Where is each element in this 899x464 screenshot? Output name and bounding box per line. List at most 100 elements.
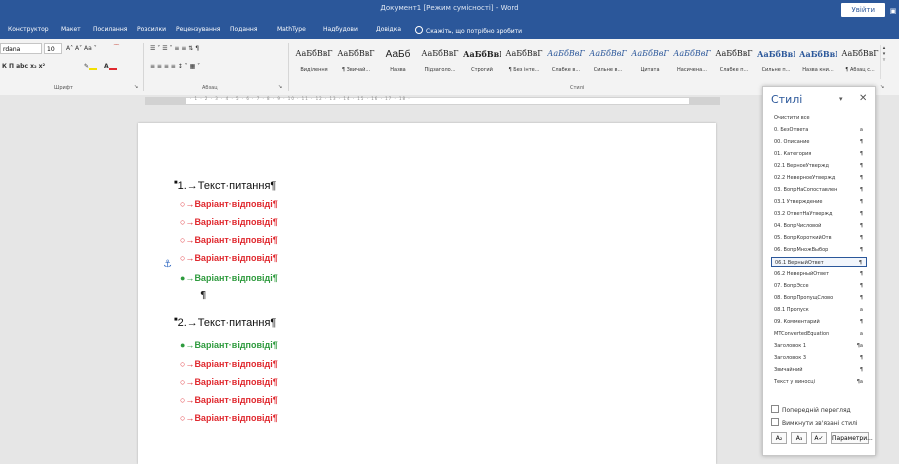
styles-dialog-launcher-icon[interactable]: ↘ bbox=[880, 84, 884, 90]
style-item[interactable]: 03. ВопрНаСопоставлен ¶ bbox=[771, 185, 867, 195]
answer-2-5[interactable]: ○→Варіант·відповіді¶ bbox=[180, 413, 278, 423]
sign-in-button[interactable]: Увійти bbox=[841, 3, 885, 17]
gallery-scroll[interactable]: ▴ ▾ ▿ bbox=[880, 45, 887, 79]
answer-1-4[interactable]: ○→Варіант·відповіді¶ bbox=[180, 253, 278, 263]
checkbox-preview[interactable] bbox=[771, 405, 779, 413]
answer-1-5[interactable]: ●→Варіант·відповіді¶ bbox=[180, 273, 278, 283]
gallery-more-icon[interactable]: ▿ bbox=[883, 57, 886, 63]
style-item[interactable]: 02.1 ВерноеУтвержд ¶ bbox=[771, 161, 867, 171]
paragraph-dialog-launcher-icon[interactable]: ↘ bbox=[278, 84, 282, 90]
style-gallery-item[interactable]: АаБбВвГ Виділення bbox=[295, 45, 333, 79]
font-dialog-launcher-icon[interactable]: ↘ bbox=[134, 84, 138, 90]
style-sample: АаБбВвГ bbox=[547, 49, 585, 58]
style-item[interactable]: 00. Описание ¶ bbox=[771, 137, 867, 147]
answer-2-2[interactable]: ○→Варіант·відповіді¶ bbox=[180, 359, 278, 369]
checkbox-disable-linked[interactable] bbox=[771, 418, 779, 426]
close-icon[interactable]: ✕ bbox=[859, 93, 867, 104]
style-item[interactable]: 07. ВопрЭссе ¶ bbox=[771, 281, 867, 291]
highlight-color-button[interactable]: ✎ bbox=[84, 63, 98, 70]
style-item[interactable]: 08. ВопрПропущСлово ¶ bbox=[771, 293, 867, 303]
parameters-button[interactable]: Параметри... bbox=[831, 432, 873, 444]
paragraph-buttons-row1[interactable]: ☰ ˅ ☰ ˅ ≡ ≡ ⇅ ¶ bbox=[150, 45, 199, 52]
group-label-font: Шрифт bbox=[54, 85, 73, 91]
style-item[interactable]: 06.2 НеверныйОтвет ¶ bbox=[771, 269, 867, 279]
tell-me-search[interactable]: Скажіть, що потрібно зробити bbox=[415, 26, 522, 35]
tab-view[interactable]: Подання bbox=[230, 26, 257, 33]
style-gallery-item[interactable]: АаБбВвГ ¶ Абзац с... bbox=[841, 45, 879, 79]
style-item[interactable]: 03.2 ОтветНаУтвержд ¶ bbox=[771, 209, 867, 219]
style-sample: АаБбВвГ bbox=[505, 49, 543, 58]
tell-me-label: Скажіть, що потрібно зробити bbox=[426, 28, 523, 35]
style-inspector-button[interactable]: A₃ bbox=[791, 432, 807, 444]
ribbon-separator bbox=[143, 43, 144, 91]
pane-options-dropdown-icon[interactable]: ▾ bbox=[839, 95, 843, 103]
tab-review[interactable]: Рецензування bbox=[176, 26, 220, 33]
answer-text: Варіант·відповіді¶ bbox=[194, 199, 278, 209]
style-gallery-item[interactable]: АаБбВвГ Сильне в... bbox=[589, 45, 627, 79]
answer-2-4[interactable]: ○→Варіант·відповіді¶ bbox=[180, 395, 278, 405]
style-gallery-item[interactable]: АаБбВвГ Насичена... bbox=[673, 45, 711, 79]
style-item-selected[interactable]: 06.1 ВерныйОтвет ¶ bbox=[771, 257, 867, 267]
style-item[interactable]: 01. Категория ¶ bbox=[771, 149, 867, 159]
ribbon-separator bbox=[288, 43, 289, 91]
answer-bullet: ○→ bbox=[180, 253, 195, 263]
style-item[interactable]: Очистити все bbox=[771, 113, 867, 123]
style-gallery-item[interactable]: АаБбВвГ ¶ Без інте... bbox=[505, 45, 543, 79]
question-2[interactable]: ■2.→Текст·питання¶ bbox=[174, 317, 276, 329]
style-item[interactable]: 03.1 Утверждение ¶ bbox=[771, 197, 867, 207]
style-item[interactable]: Заголовок 3 ¶ bbox=[771, 353, 867, 363]
style-item[interactable]: 0. БезОтвета a bbox=[771, 125, 867, 135]
option-disable-linked[interactable]: Вимкнути зв'язані стилі bbox=[771, 418, 858, 427]
format-buttons-row[interactable]: К П abc x₂ x² bbox=[2, 63, 45, 70]
style-item[interactable]: 09. Комментарий ¶ bbox=[771, 317, 867, 327]
question-1[interactable]: ■1.→Текст·питання¶ bbox=[174, 180, 276, 192]
clear-format-icon[interactable]: ⁀ bbox=[114, 45, 119, 52]
style-item[interactable]: 08.1 Пропуск a bbox=[771, 305, 867, 315]
font-color-button[interactable]: A bbox=[104, 63, 117, 70]
style-gallery-item[interactable]: АаБбВвГ Назва кни... bbox=[799, 45, 837, 79]
style-item[interactable]: Заголовок 1 ¶a bbox=[771, 341, 867, 351]
option-preview[interactable]: Попередній перегляд bbox=[771, 405, 851, 414]
new-style-button[interactable]: A₂ bbox=[771, 432, 787, 444]
style-gallery-item[interactable]: АаБбВвГ Підзаголо... bbox=[421, 45, 459, 79]
style-item[interactable]: MTConvertedEquation a bbox=[771, 329, 867, 339]
answer-1-3[interactable]: ○→Варіант·відповіді¶ bbox=[180, 235, 278, 245]
style-item[interactable]: Звичайний ¶ bbox=[771, 365, 867, 375]
style-item[interactable]: 06. ВопрМножВыбор ¶ bbox=[771, 245, 867, 255]
answer-1-2[interactable]: ○→Варіант·відповіді¶ bbox=[180, 217, 278, 227]
style-gallery-item[interactable]: АаБбВвГ Строгий bbox=[463, 45, 501, 79]
style-inspector-icon: A₃ bbox=[795, 435, 803, 442]
tab-help[interactable]: Довідка bbox=[376, 26, 401, 33]
anchor-icon[interactable]: ⚓ bbox=[163, 259, 172, 270]
style-item[interactable]: 02.2 НеверноеУтвержд ¶ bbox=[771, 173, 867, 183]
answer-2-1[interactable]: ●→Варіант·відповіді¶ bbox=[180, 340, 278, 350]
tab-mathtype[interactable]: MathType bbox=[277, 26, 306, 33]
tab-layout[interactable]: Макет bbox=[61, 26, 81, 33]
ribbon-display-icon[interactable]: ▣ bbox=[887, 0, 899, 22]
paragraph-buttons-row2[interactable]: ≡ ≡ ≡ ≡ ↕ ˅ ▦ ˅ bbox=[150, 63, 200, 70]
style-item[interactable]: 05. ВопрКороткийОтв ¶ bbox=[771, 233, 867, 243]
answer-1-1[interactable]: ○→Варіант·відповіді¶ bbox=[180, 199, 278, 209]
answer-2-3[interactable]: ○→Варіант·відповіді¶ bbox=[180, 377, 278, 387]
tab-mailings[interactable]: Розсилки bbox=[137, 26, 166, 33]
tab-references[interactable]: Посилання bbox=[93, 26, 127, 33]
font-size-grow-shrink-buttons[interactable]: A˄ A˅ Aa ˅ bbox=[66, 45, 97, 52]
style-gallery-item[interactable]: АаБбВвГ Слабке в... bbox=[547, 45, 585, 79]
empty-paragraph-mark[interactable]: ¶ bbox=[200, 290, 206, 301]
style-gallery-item[interactable]: АаБб Назва bbox=[379, 45, 417, 79]
style-type-icon: ¶a bbox=[856, 343, 863, 349]
style-item-name: 01. Категория bbox=[774, 151, 812, 157]
tab-constructor[interactable]: Конструктор bbox=[8, 26, 49, 33]
tab-addins[interactable]: Надбудови bbox=[323, 26, 358, 33]
styles-pane: Стилі ▾ ✕ Очистити все 0. БезОтвета a 00. О… bbox=[762, 86, 876, 456]
font-size-select[interactable]: 10 bbox=[44, 43, 62, 54]
style-item[interactable]: 04. ВопрЧисловой ¶ bbox=[771, 221, 867, 231]
style-gallery-item[interactable]: АаБбВвГ Сильне п... bbox=[757, 45, 795, 79]
style-gallery-item[interactable]: АаБбВвГ Слабке п... bbox=[715, 45, 753, 79]
style-gallery-item[interactable]: АаБбВвГ ¶ Звичай... bbox=[337, 45, 375, 79]
font-name-select[interactable]: rdana bbox=[0, 43, 42, 54]
style-name: ¶ Без інте... bbox=[508, 67, 540, 73]
style-gallery-item[interactable]: АаБбВвГ Цитата bbox=[631, 45, 669, 79]
style-item[interactable]: Текст у виносці ¶a bbox=[771, 377, 867, 387]
manage-styles-button[interactable]: A✓ bbox=[811, 432, 827, 444]
